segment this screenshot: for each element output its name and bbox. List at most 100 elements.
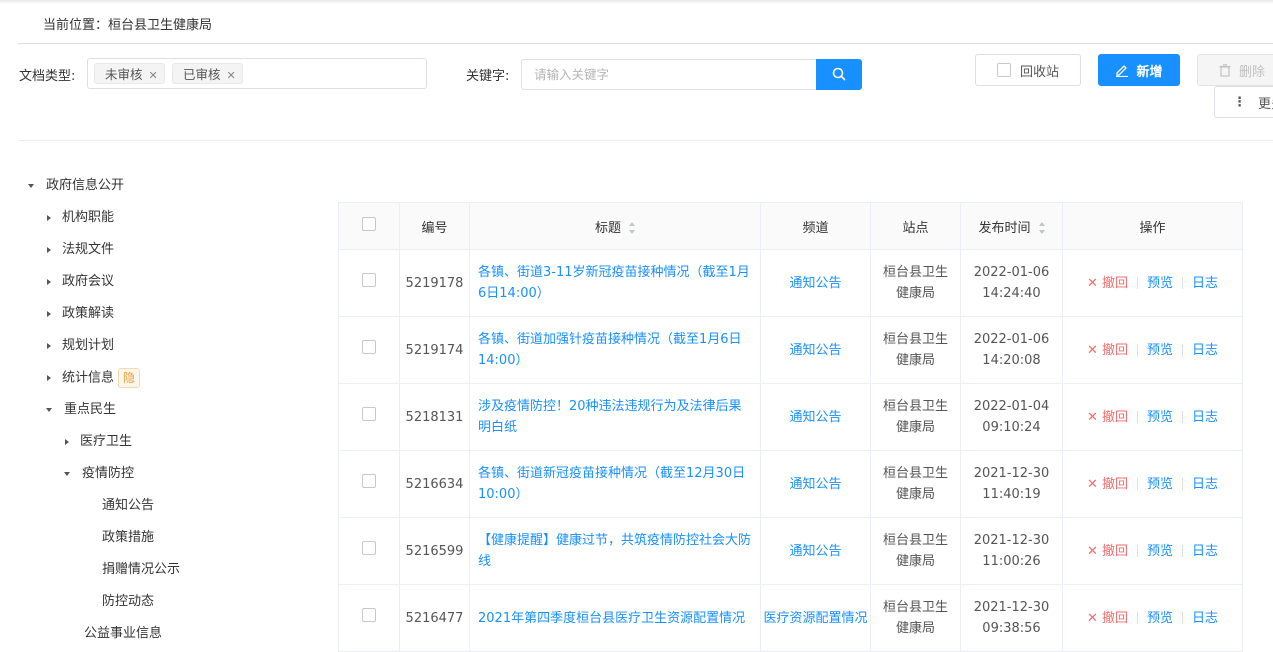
log-link[interactable]: 日志 (1192, 611, 1218, 626)
date: 2022-01-04 (973, 399, 1050, 414)
time: 09:10:24 (982, 420, 1041, 435)
tree-node[interactable]: 政府会议 (47, 272, 114, 292)
table-row: 5216599 【健康提醒】健康过节，共筑疫情防控社会大防线 通知公告 桓台县卫… (338, 517, 1243, 585)
caret-right-icon[interactable] (47, 310, 51, 317)
row-title-link[interactable]: 各镇、街道新冠疫苗接种情况（截至12月30日10:00） (469, 450, 761, 518)
log-link[interactable]: 日志 (1192, 343, 1218, 358)
log-link[interactable]: 日志 (1192, 544, 1218, 559)
col-title[interactable]: 标题 (469, 202, 761, 250)
caret-right-icon[interactable] (47, 214, 51, 221)
preview-link[interactable]: 预览 (1147, 544, 1173, 559)
row-checkbox[interactable] (362, 540, 376, 555)
search-button[interactable] (816, 59, 862, 90)
more-label: 更多 (1258, 96, 1273, 112)
tree-node[interactable]: 机构职能 (47, 208, 114, 228)
log-link[interactable]: 日志 (1192, 477, 1218, 492)
tree-node[interactable]: 捐赠情况公示 (102, 560, 180, 580)
time: 14:24:40 (982, 286, 1041, 301)
keyword-input[interactable] (521, 59, 817, 90)
row-channel-link[interactable]: 通知公告 (760, 517, 871, 585)
document-table: 编号 标题 频道 站点 发布时间 操作 5219178 各镇、街道3-11岁新冠… (338, 202, 1243, 652)
row-channel-link[interactable]: 通知公告 (760, 249, 871, 317)
preview-link[interactable]: 预览 (1147, 611, 1173, 626)
recycle-bin-button[interactable]: 回收站 (975, 54, 1081, 86)
caret-right-icon[interactable] (47, 342, 51, 349)
revoke-button[interactable]: ✕ 撤回 (1087, 477, 1128, 492)
tag-close-icon[interactable]: ✕ (227, 69, 236, 82)
row-channel-link[interactable]: 通知公告 (760, 316, 871, 384)
row-title-link[interactable]: 涉及疫情防控！20种违法违规行为及法律后果明白纸 (469, 383, 761, 451)
row-checkbox[interactable] (362, 272, 376, 287)
sort-icon[interactable] (1038, 222, 1045, 234)
row-channel-link[interactable]: 通知公告 (760, 450, 871, 518)
caret-right-icon[interactable] (47, 278, 51, 285)
caret-right-icon[interactable] (47, 375, 51, 381)
row-title-link[interactable]: 各镇、街道3-11岁新冠疫苗接种情况（截至1月6日14:00） (469, 249, 761, 317)
caret-down-icon[interactable] (64, 471, 70, 476)
row-checkbox[interactable] (362, 607, 376, 622)
close-icon: ✕ (1086, 543, 1102, 559)
log-link[interactable]: 日志 (1192, 410, 1218, 425)
trash-icon (1219, 63, 1231, 77)
tree-node[interactable]: 政策措施 (102, 528, 154, 548)
time: 11:00:26 (982, 554, 1041, 569)
caret-down-icon[interactable] (28, 183, 34, 188)
tree-node[interactable]: 防控动态 (102, 592, 154, 612)
more-button[interactable]: ⋮ 更多 (1214, 86, 1273, 118)
tree-label: 医疗卫生 (80, 434, 133, 449)
tree-label: 法规文件 (62, 242, 115, 257)
row-site: 桓台县卫生健康局 (870, 584, 961, 652)
breadcrumb: 当前位置：桓台县卫生健康局 (43, 18, 213, 33)
delete-button[interactable]: 删除 (1197, 54, 1273, 86)
row-title-link[interactable]: 各镇、街道加强针疫苗接种情况（截至1月6日14:00） (469, 316, 761, 384)
row-date: 2022-01-06 14:24:40 (960, 249, 1063, 317)
close-icon: ✕ (1086, 409, 1102, 425)
revoke-label: 撤回 (1101, 342, 1128, 358)
row-title-link[interactable]: 2021年第四季度桓台县医疗卫生资源配置情况 (469, 584, 761, 652)
caret-right-icon[interactable] (65, 438, 69, 445)
preview-link[interactable]: 预览 (1147, 477, 1173, 492)
tree-node[interactable]: 通知公告 (102, 496, 154, 516)
row-checkbox[interactable] (362, 473, 376, 488)
row-checkbox[interactable] (362, 339, 376, 354)
tree-node[interactable]: 公益事业信息 (84, 624, 162, 644)
select-all-checkbox[interactable] (362, 217, 376, 231)
caret-right-icon[interactable] (47, 246, 51, 253)
row-title-link[interactable]: 【健康提醒】健康过节，共筑疫情防控社会大防线 (469, 517, 761, 585)
row-date: 2021-12-30 09:38:56 (960, 584, 1063, 652)
row-date: 2022-01-06 14:20:08 (960, 316, 1063, 384)
revoke-button[interactable]: ✕ 撤回 (1087, 410, 1128, 425)
tag-close-icon[interactable]: ✕ (149, 69, 158, 82)
tree-node[interactable]: 疫情防控 (64, 464, 134, 484)
sort-icon[interactable] (629, 222, 635, 234)
search-icon (832, 67, 846, 81)
doctype-select[interactable]: 未审核 ✕ 已审核 ✕ (87, 58, 427, 89)
tree-node[interactable]: 统计信息隐 (47, 368, 141, 388)
col-site: 站点 (870, 202, 961, 250)
log-link[interactable]: 日志 (1192, 276, 1218, 291)
revoke-button[interactable]: ✕ 撤回 (1087, 544, 1128, 559)
row-channel-link[interactable]: 通知公告 (760, 383, 871, 451)
tree-node-gov-info[interactable]: 政府信息公开 (28, 176, 124, 196)
row-channel-link[interactable]: 医疗资源配置情况 (760, 584, 871, 652)
row-checkbox[interactable] (362, 406, 376, 421)
date: 2021-12-30 (973, 533, 1050, 548)
revoke-button[interactable]: ✕ 撤回 (1087, 611, 1128, 626)
revoke-button[interactable]: ✕ 撤回 (1087, 276, 1128, 291)
tree-node[interactable]: 医疗卫生 (65, 432, 132, 452)
add-button[interactable]: 新增 (1098, 54, 1180, 86)
tree-node[interactable]: 政策解读 (47, 304, 114, 324)
revoke-button[interactable]: ✕ 撤回 (1087, 343, 1128, 358)
tree-node[interactable]: 规划计划 (47, 336, 114, 356)
preview-link[interactable]: 预览 (1147, 410, 1173, 425)
tree-node[interactable]: 重点民生 (46, 400, 116, 420)
tree-node[interactable]: 法规文件 (47, 240, 114, 260)
preview-link[interactable]: 预览 (1147, 276, 1173, 291)
row-id: 5216634 (399, 450, 470, 518)
preview-link[interactable]: 预览 (1147, 343, 1173, 358)
recycle-checkbox[interactable] (996, 63, 1011, 77)
caret-down-icon[interactable] (46, 407, 52, 412)
tree-label: 疫情防控 (82, 466, 135, 481)
more-vertical-icon: ⋮ (1233, 94, 1246, 110)
col-date[interactable]: 发布时间 (960, 202, 1063, 250)
